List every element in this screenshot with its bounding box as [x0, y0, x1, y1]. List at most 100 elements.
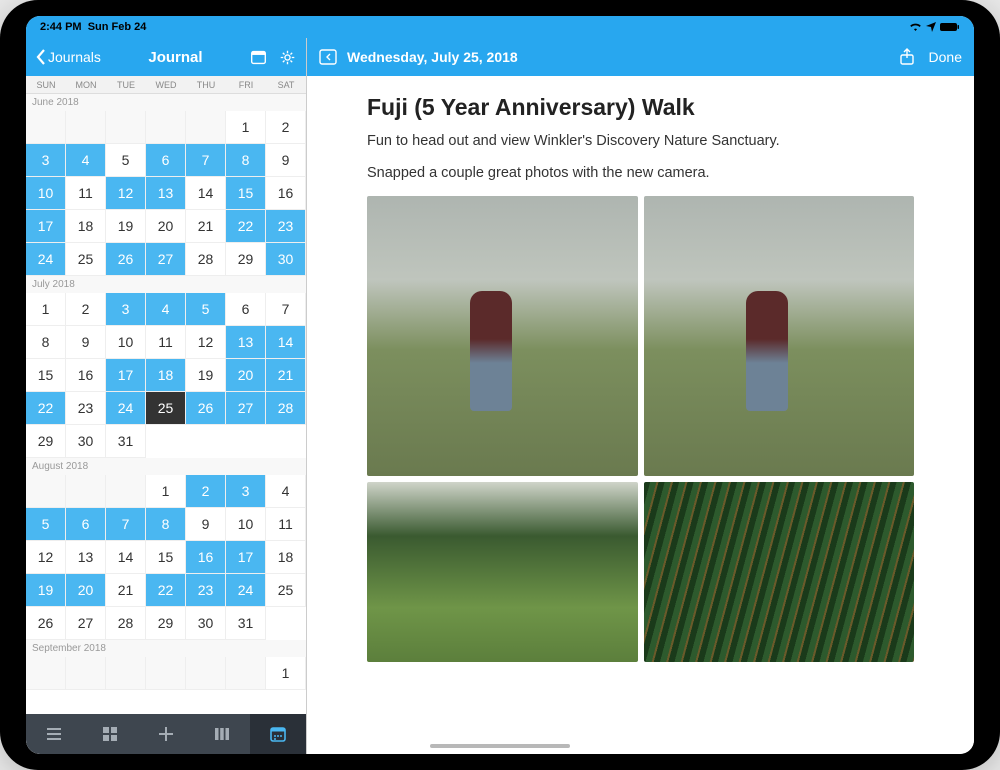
calendar-day[interactable]: 5: [186, 293, 226, 326]
calendar-day[interactable]: 22: [146, 574, 186, 607]
calendar-scroll[interactable]: June 20181234567891011121314151617181920…: [26, 94, 306, 714]
calendar-day[interactable]: 10: [26, 177, 66, 210]
calendar-day[interactable]: 22: [26, 392, 66, 425]
calendar-day[interactable]: 20: [66, 574, 106, 607]
calendar-day[interactable]: 6: [146, 144, 186, 177]
calendar-day[interactable]: 27: [146, 243, 186, 276]
calendar-day[interactable]: 10: [226, 508, 266, 541]
calendar-day[interactable]: 1: [266, 657, 306, 690]
calendar-day[interactable]: 25: [146, 392, 186, 425]
calendar-day[interactable]: 8: [26, 326, 66, 359]
calendar-day[interactable]: 12: [186, 326, 226, 359]
hide-sidebar-icon[interactable]: [319, 49, 337, 65]
calendar-day[interactable]: 3: [26, 144, 66, 177]
tab-add[interactable]: [138, 714, 194, 754]
calendar-day[interactable]: 11: [266, 508, 306, 541]
calendar-day[interactable]: 31: [106, 425, 146, 458]
calendar-day[interactable]: 20: [226, 359, 266, 392]
photo-thumbnail[interactable]: [644, 482, 915, 662]
calendar-day[interactable]: 16: [66, 359, 106, 392]
entry-body[interactable]: Fuji (5 Year Anniversary) Walk Fun to he…: [307, 76, 974, 754]
calendar-day[interactable]: 19: [106, 210, 146, 243]
calendar-day[interactable]: 31: [226, 607, 266, 640]
calendar-day[interactable]: 28: [106, 607, 146, 640]
calendar-day[interactable]: 26: [106, 243, 146, 276]
calendar-day[interactable]: 10: [106, 326, 146, 359]
calendar-day[interactable]: 13: [226, 326, 266, 359]
calendar-day[interactable]: 29: [226, 243, 266, 276]
calendar-day[interactable]: 4: [66, 144, 106, 177]
calendar-day[interactable]: 18: [266, 541, 306, 574]
calendar-day[interactable]: 15: [146, 541, 186, 574]
calendar-day[interactable]: 12: [26, 541, 66, 574]
calendar-day[interactable]: 4: [266, 475, 306, 508]
calendar-day[interactable]: 1: [26, 293, 66, 326]
calendar-day[interactable]: 15: [26, 359, 66, 392]
calendar-day[interactable]: 6: [226, 293, 266, 326]
calendar-day[interactable]: 24: [226, 574, 266, 607]
calendar-day[interactable]: 19: [26, 574, 66, 607]
calendar-day[interactable]: 1: [146, 475, 186, 508]
calendar-day[interactable]: 23: [266, 210, 306, 243]
done-button[interactable]: Done: [929, 49, 962, 65]
calendar-day[interactable]: 22: [226, 210, 266, 243]
photo-thumbnail[interactable]: [367, 196, 638, 476]
calendar-day[interactable]: 12: [106, 177, 146, 210]
calendar-day[interactable]: 17: [226, 541, 266, 574]
calendar-day[interactable]: 6: [66, 508, 106, 541]
tab-columns[interactable]: [194, 714, 250, 754]
calendar-day[interactable]: 8: [146, 508, 186, 541]
calendar-day[interactable]: 18: [146, 359, 186, 392]
calendar-day[interactable]: 16: [186, 541, 226, 574]
calendar-day[interactable]: 2: [266, 111, 306, 144]
calendar-day[interactable]: 30: [186, 607, 226, 640]
calendar-day[interactable]: 21: [106, 574, 146, 607]
photo-thumbnail[interactable]: [644, 196, 915, 476]
calendar-day[interactable]: 26: [186, 392, 226, 425]
calendar-day[interactable]: 13: [146, 177, 186, 210]
calendar-day[interactable]: 17: [106, 359, 146, 392]
calendar-day[interactable]: 24: [26, 243, 66, 276]
calendar-day[interactable]: 3: [226, 475, 266, 508]
calendar-day[interactable]: 23: [186, 574, 226, 607]
calendar-day[interactable]: 21: [266, 359, 306, 392]
calendar-day[interactable]: 16: [266, 177, 306, 210]
share-icon[interactable]: [899, 48, 915, 66]
calendar-day[interactable]: 25: [266, 574, 306, 607]
calendar-day[interactable]: 28: [186, 243, 226, 276]
calendar-day[interactable]: 13: [66, 541, 106, 574]
calendar-day[interactable]: 5: [26, 508, 66, 541]
calendar-day[interactable]: 24: [106, 392, 146, 425]
calendar-day[interactable]: 9: [186, 508, 226, 541]
calendar-day[interactable]: 11: [66, 177, 106, 210]
photo-thumbnail[interactable]: [367, 482, 638, 662]
calendar-day[interactable]: 29: [146, 607, 186, 640]
calendar-day[interactable]: 14: [266, 326, 306, 359]
tab-calendar[interactable]: [250, 714, 306, 754]
calendar-day[interactable]: 2: [186, 475, 226, 508]
calendar-day[interactable]: 5: [106, 144, 146, 177]
calendar-day[interactable]: 7: [186, 144, 226, 177]
calendar-day[interactable]: 11: [146, 326, 186, 359]
calendar-day[interactable]: 1: [226, 111, 266, 144]
calendar-day[interactable]: 14: [106, 541, 146, 574]
calendar-day[interactable]: 18: [66, 210, 106, 243]
calendar-day[interactable]: 3: [106, 293, 146, 326]
gear-icon[interactable]: [279, 49, 296, 66]
calendar-day[interactable]: 25: [66, 243, 106, 276]
calendar-day[interactable]: 28: [266, 392, 306, 425]
calendar-day[interactable]: 30: [266, 243, 306, 276]
back-button[interactable]: Journals: [36, 49, 101, 65]
calendar-day[interactable]: 23: [66, 392, 106, 425]
calendar-day[interactable]: 27: [66, 607, 106, 640]
calendar-day[interactable]: 27: [226, 392, 266, 425]
calendar-day[interactable]: 14: [186, 177, 226, 210]
calendar-day[interactable]: 9: [66, 326, 106, 359]
calendar-day[interactable]: 29: [26, 425, 66, 458]
calendar-day[interactable]: 19: [186, 359, 226, 392]
tab-grid[interactable]: [82, 714, 138, 754]
calendar-day[interactable]: 15: [226, 177, 266, 210]
calendar-day[interactable]: 20: [146, 210, 186, 243]
calendar-day[interactable]: 4: [146, 293, 186, 326]
tab-list[interactable]: [26, 714, 82, 754]
